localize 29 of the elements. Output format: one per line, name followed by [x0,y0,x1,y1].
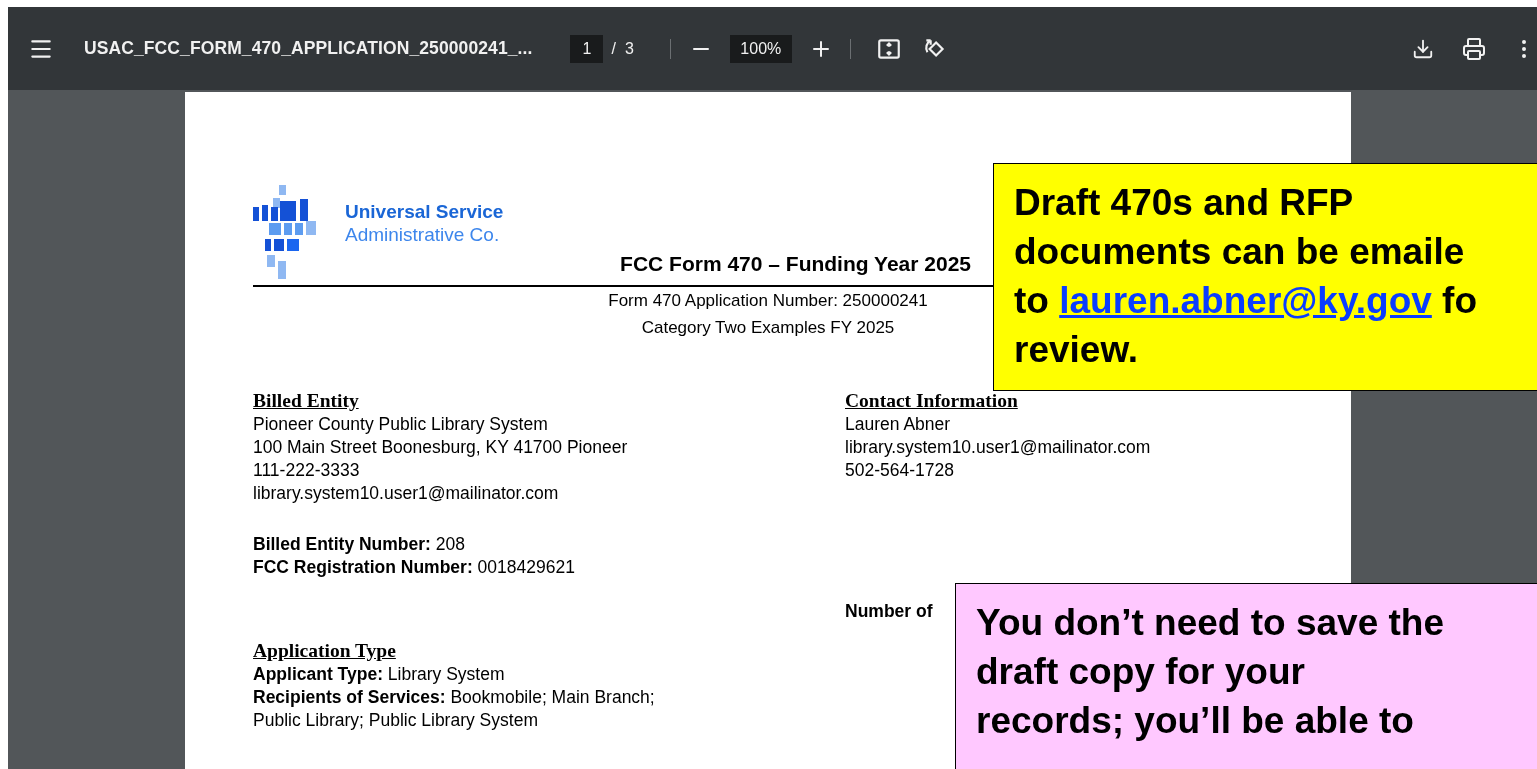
field-label: Number of [845,600,933,623]
info-line: 502-564-1728 [845,459,954,482]
email-link[interactable]: lauren.abner@ky.gov [1059,280,1432,321]
logo-text: Universal Service [345,200,504,223]
callout-note: Draft 470s and RFP documents can be emaile to lauren.abner@ky.gov fo review. [993,163,1537,391]
info-line: library.system10.user1@mailinator.com [845,436,1151,459]
page-count: 3 [624,39,634,58]
info-line: 100 Main Street Boonesburg, KY 41700 Pioneer [253,436,628,459]
print-icon[interactable] [1461,35,1487,62]
info-line: Pioneer County Public Library System [253,413,548,436]
info-line: Billed Entity Number: 208 [253,533,465,556]
info-line: library.system10.user1@mailinator.com [253,482,559,505]
info-line: Lauren Abner [845,413,951,436]
section-heading: Application Type [253,639,396,663]
form-title: FCC Form 470 – Funding Year 2025 [620,252,971,276]
logo-subtext: Administrative Co. [345,223,501,246]
info-line: 111-222-3333 [253,459,360,482]
document-title: USAC_FCC_FORM_470_APPLICATION_250000241_... [84,38,533,59]
page-number-field[interactable]: 1 [570,34,604,63]
form-subtitle: Form 470 Application Number: 250000241 [608,290,928,312]
section-heading: Contact Information [845,389,1018,413]
info-line: Applicant Type: Library System [253,663,505,686]
info-line: FCC Registration Number: 0018429621 [253,556,575,579]
page-separator: / [611,39,616,58]
info-line: Recipients of Services: Bookmobile; Main Branch; Public Library; Public Library System [253,686,656,732]
callout-note: You don’t need to save the draft copy for your records; you’ll be able to [955,583,1537,769]
form-subtitle: Category Two Examples FY 2025 [641,317,895,339]
section-heading: Billed Entity [253,389,359,413]
zoom-field[interactable]: 100% [729,34,792,63]
